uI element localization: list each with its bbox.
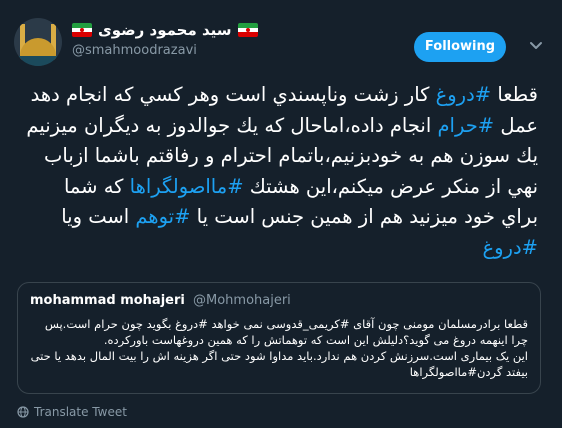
tweet-card: سید محمود رضوی @smahmoodrazavi Following… [0, 0, 562, 428]
hashtag-link[interactable]: #دروغ [483, 236, 539, 259]
globe-icon [17, 406, 29, 418]
following-button[interactable]: Following [414, 32, 506, 62]
author-block: سید محمود رضوی @smahmoodrazavi [72, 20, 258, 58]
hashtag-link[interactable]: #دروغ [436, 83, 492, 106]
quoted-author: mohammad mohajeri @Mohmohajeri [30, 293, 291, 308]
quoted-tweet[interactable]: mohammad mohajeri @Mohmohajeri قطعا براد… [17, 282, 541, 394]
chevron-down-icon[interactable] [527, 36, 545, 54]
quoted-tweet-text: قطعا برادرمسلمان مومنی چون آقای #کریمی_ق… [30, 317, 528, 379]
avatar-base [14, 56, 62, 66]
hashtag-link[interactable]: #توهم [135, 205, 190, 228]
user-handle[interactable]: @smahmoodrazavi [72, 43, 258, 58]
translate-tweet-link[interactable]: Translate Tweet [17, 405, 127, 419]
translate-tweet-label[interactable]: Translate Tweet [34, 405, 127, 419]
tweet-text-segment: قطعا [491, 83, 538, 106]
display-name[interactable]: سید محمود رضوی [98, 21, 232, 39]
tweet-text: قطعا #دروغ كار زشت وناپسندي است وهر كسي … [24, 80, 538, 263]
avatar[interactable] [14, 18, 62, 66]
tweet-text-segment: است ويا [61, 205, 136, 228]
quoted-author-handle: @Mohmohajeri [193, 293, 291, 308]
display-name-row[interactable]: سید محمود رضوی [72, 20, 258, 40]
hashtag-link[interactable]: #حرام [437, 114, 494, 137]
hashtag-link[interactable]: #مااصولگراها [130, 175, 244, 198]
iran-flag-icon [237, 23, 258, 37]
quoted-author-name: mohammad mohajeri [30, 293, 185, 308]
iran-flag-icon [72, 23, 92, 37]
